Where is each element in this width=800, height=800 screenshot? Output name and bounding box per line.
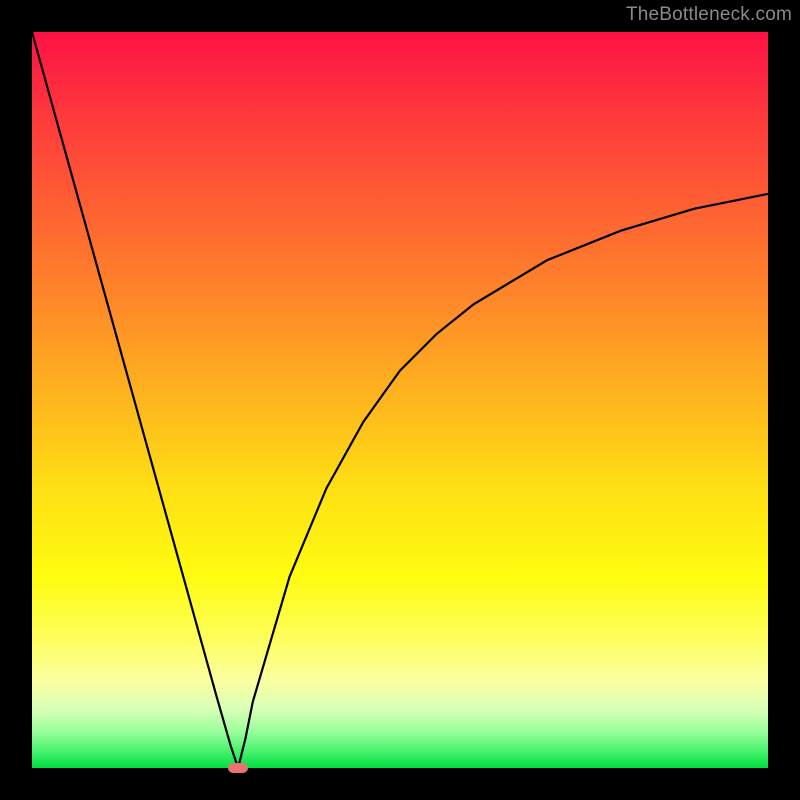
watermark-text: TheBottleneck.com <box>626 4 792 26</box>
plot-area <box>32 32 768 768</box>
curve-path <box>32 32 768 768</box>
minimum-marker <box>228 763 248 773</box>
bottleneck-curve <box>32 32 768 768</box>
chart-container: TheBottleneck.com <box>0 0 800 800</box>
